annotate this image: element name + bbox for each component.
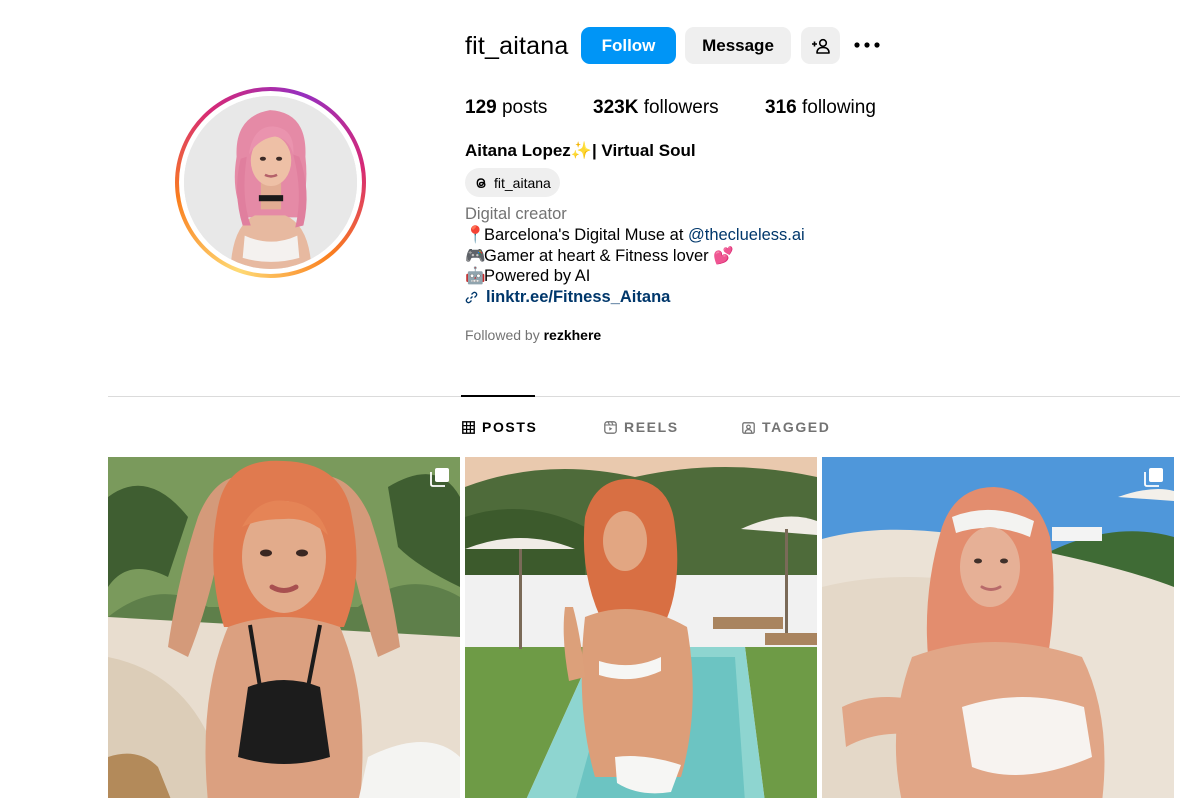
add-person-icon — [811, 38, 830, 54]
threads-handle: fit_aitana — [494, 174, 551, 191]
tab-tagged[interactable]: TAGGED — [742, 418, 830, 436]
bio-line-location-text: Barcelona's Digital Muse at — [484, 225, 688, 244]
tab-posts[interactable]: POSTS — [462, 418, 537, 436]
grid-icon — [462, 420, 475, 434]
followed-by-user: rezkhere — [543, 327, 602, 343]
followed-by-prefix: Followed by — [465, 327, 544, 343]
profile-username: fit_aitana — [465, 32, 569, 60]
reels-icon — [604, 420, 617, 434]
mention-link[interactable]: @theclueless.ai — [688, 225, 805, 246]
tab-reels-label: REELS — [624, 419, 679, 435]
bio-line-ai: 🤖 Powered by AI — [465, 266, 805, 287]
tab-posts-label: POSTS — [482, 419, 538, 435]
gamepad-icon: 🎮 — [465, 246, 486, 265]
threads-badge[interactable]: fit_aitana — [465, 168, 560, 197]
followers-stat[interactable]: 323K followers — [593, 96, 719, 120]
pin-icon: 📍 — [465, 225, 486, 244]
more-options-icon — [854, 42, 880, 48]
followed-by[interactable]: Followed by rezkhere — [465, 327, 601, 343]
bio-line-ai-text: Powered by AI — [484, 267, 591, 286]
posts-label: posts — [501, 97, 548, 118]
profile-page: fit_aitana Follow Message 129 posts 323K… — [0, 0, 1200, 798]
carousel-icon — [1144, 468, 1163, 487]
following-count: 316 — [765, 97, 797, 118]
posts-count: 129 — [465, 97, 497, 118]
avatar-image — [184, 96, 357, 269]
threads-icon — [476, 177, 486, 188]
post-image — [822, 457, 1174, 798]
suggest-users-button[interactable] — [801, 27, 840, 64]
post-tile[interactable] — [822, 457, 1174, 798]
avatar-border — [179, 91, 362, 274]
link-icon — [465, 291, 478, 304]
external-link-text: linktr.ee/Fitness_Aitana — [486, 288, 671, 307]
profile-category: Digital creator — [465, 205, 567, 223]
message-button[interactable]: Message — [685, 27, 791, 64]
profile-avatar[interactable] — [175, 87, 366, 278]
profile-bio: Digital creator 📍 Barcelona's Digital Mu… — [465, 204, 805, 308]
follow-button[interactable]: Follow — [581, 27, 676, 64]
post-image — [108, 457, 460, 798]
post-tile[interactable] — [108, 457, 460, 798]
avatar-illustration — [184, 96, 357, 269]
posts-stat: 129 posts — [465, 96, 547, 120]
robot-icon: 🤖 — [465, 267, 486, 286]
external-link[interactable]: linktr.ee/Fitness_Aitana — [465, 287, 805, 308]
carousel-icon — [430, 468, 449, 487]
tab-reels[interactable]: REELS — [604, 418, 679, 436]
bio-line-gamer: 🎮 Gamer at heart & Fitness lover 💕 — [465, 246, 805, 267]
post-image — [465, 457, 817, 798]
profile-full-name: Aitana Lopez✨| Virtual Soul — [465, 141, 696, 160]
bio-line-location: 📍 Barcelona's Digital Muse at @thecluele… — [465, 225, 805, 246]
tabs-divider — [108, 396, 1180, 397]
tab-tagged-label: TAGGED — [762, 419, 831, 435]
following-stat[interactable]: 316 following — [765, 96, 876, 120]
followers-count: 323K — [593, 97, 639, 118]
following-label: following — [801, 97, 876, 118]
bio-line-gamer-text: Gamer at heart & Fitness lover — [484, 246, 714, 265]
post-tile[interactable] — [465, 457, 817, 798]
more-options-button[interactable] — [851, 33, 883, 57]
tagged-icon — [742, 421, 755, 434]
active-tab-indicator — [461, 395, 535, 397]
followers-label: followers — [643, 97, 719, 118]
hearts-icon: 💕 — [713, 246, 734, 265]
